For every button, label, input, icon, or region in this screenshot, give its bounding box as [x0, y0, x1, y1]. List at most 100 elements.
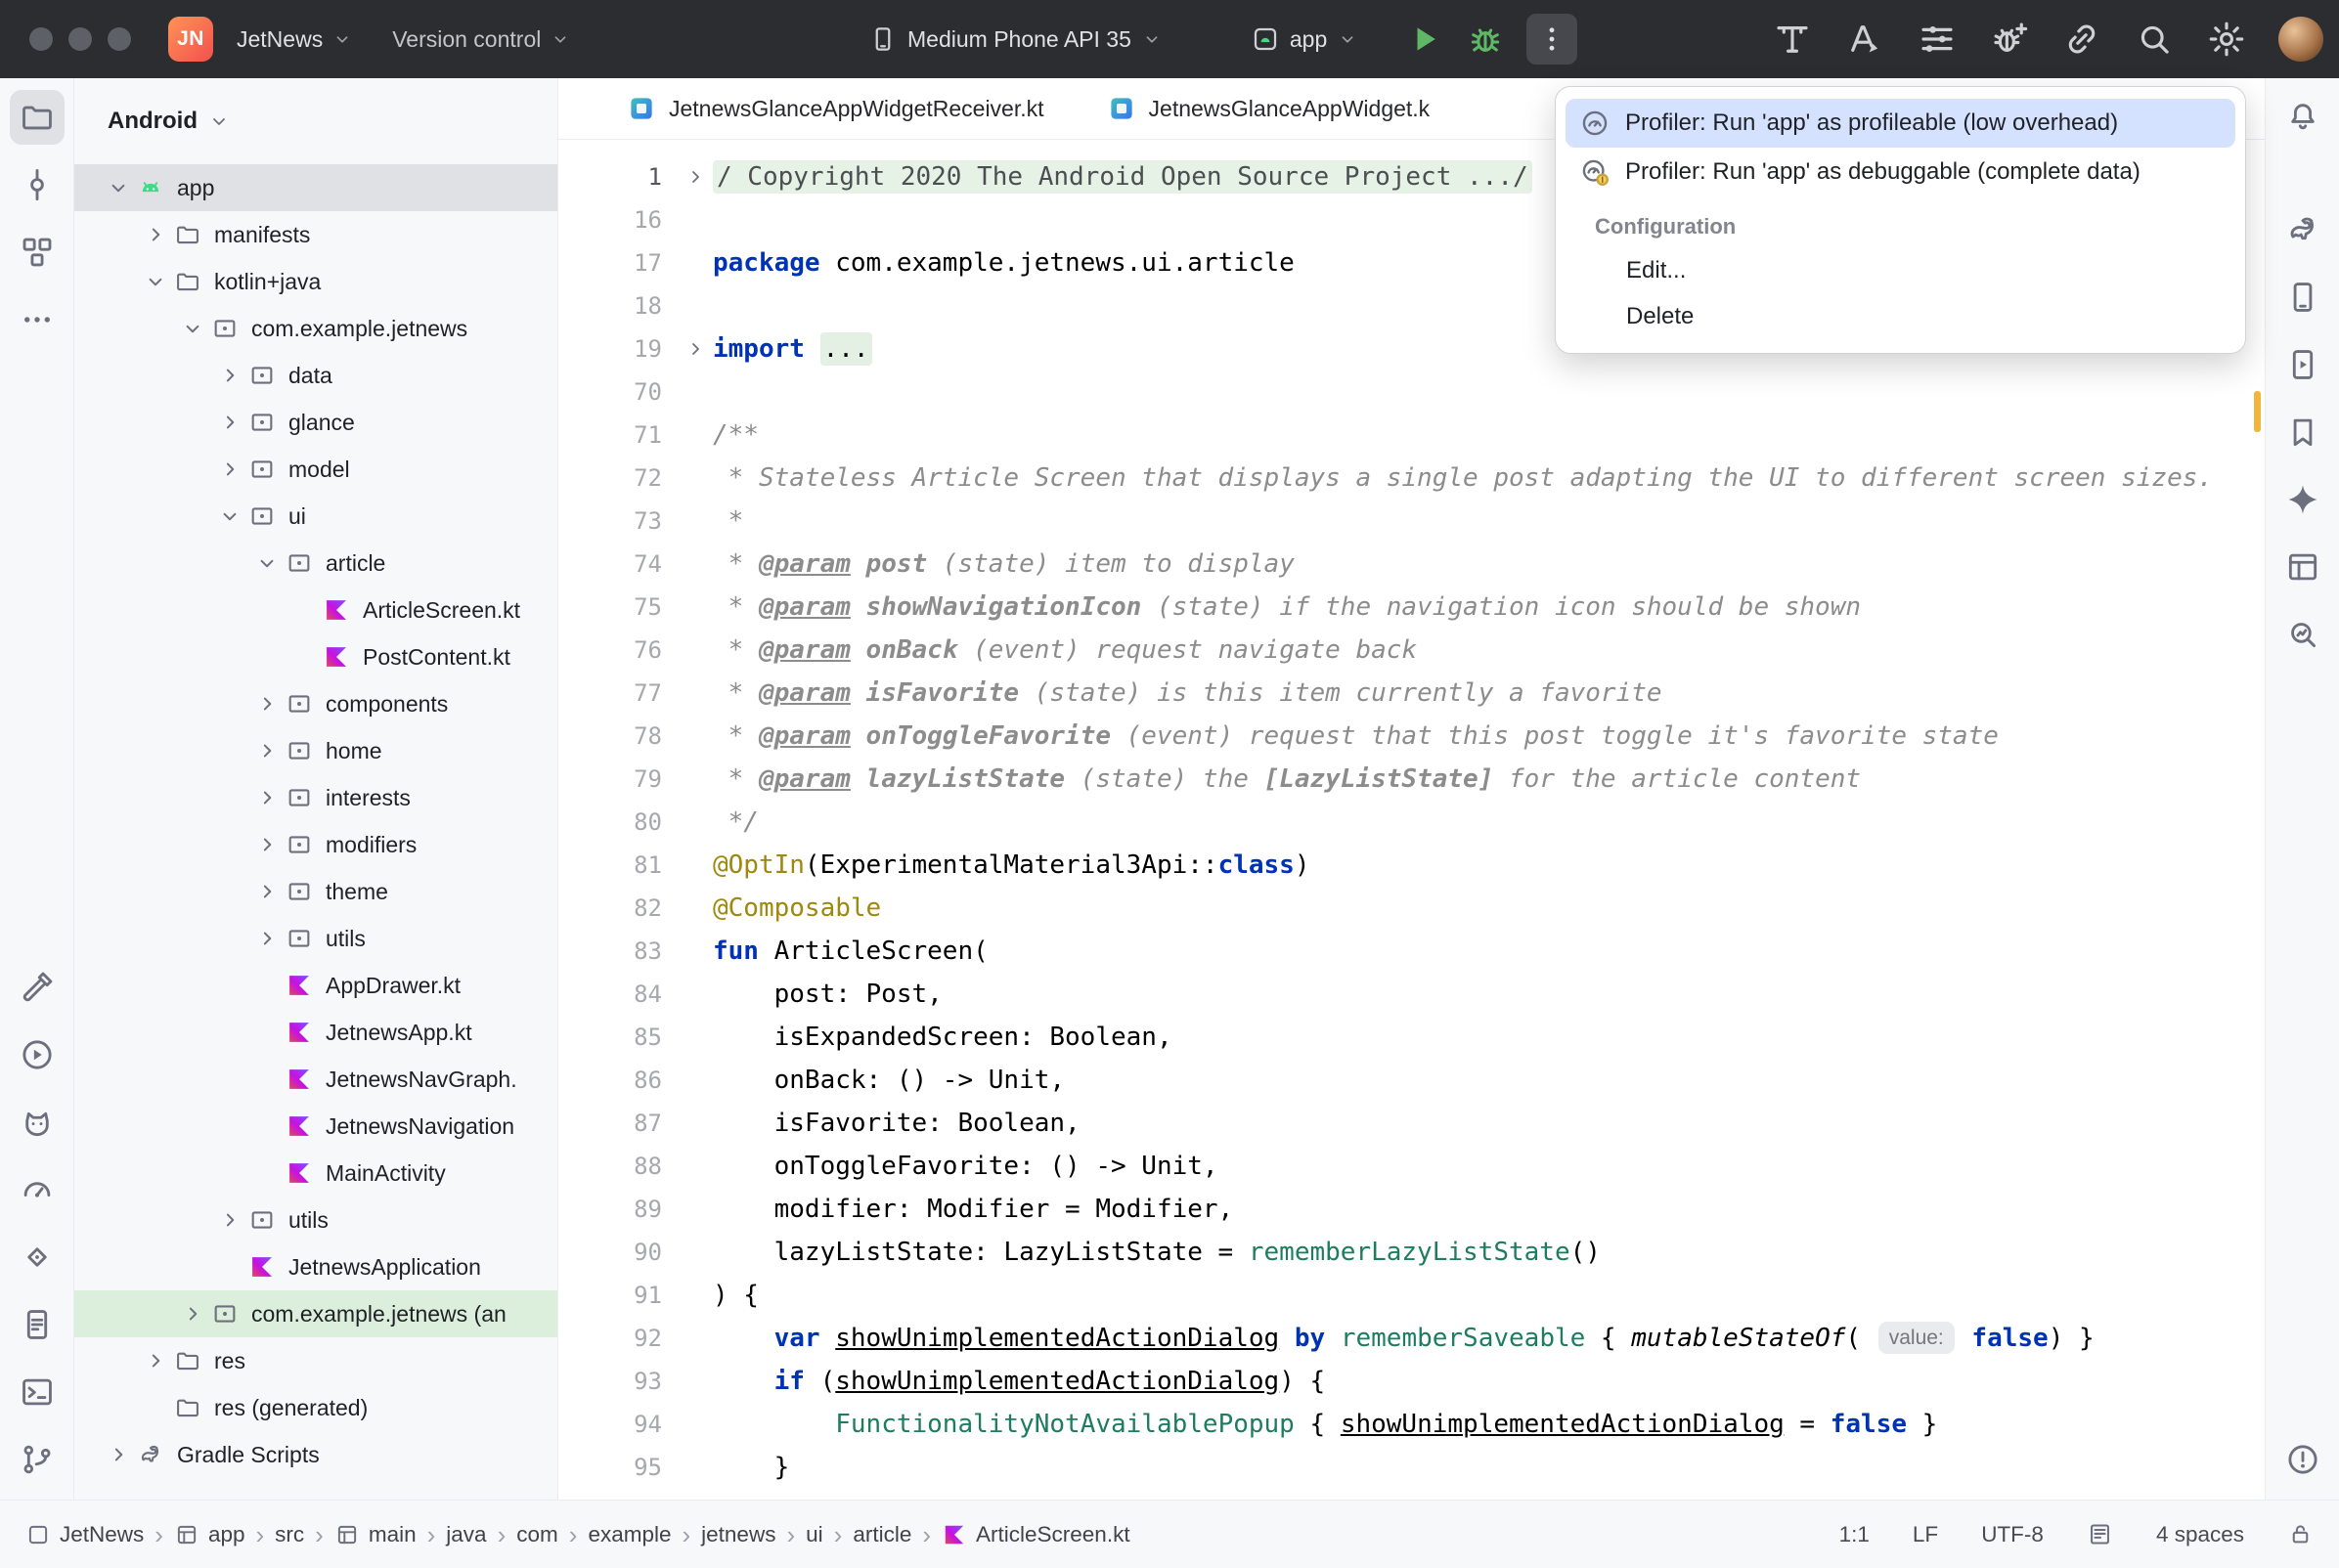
gutter-line-number[interactable]: 93 [558, 1360, 678, 1403]
run-play-tool-button[interactable] [10, 1027, 65, 1082]
chevron-down-icon[interactable] [213, 500, 246, 533]
app-insights-tool-button[interactable] [2275, 607, 2330, 662]
caret-position[interactable]: 1:1 [1839, 1522, 1870, 1547]
chevron-right-icon[interactable] [213, 1203, 246, 1237]
chevron-right-icon[interactable] [139, 218, 172, 251]
breadcrumb-article[interactable]: article [853, 1522, 911, 1547]
breadcrumb-java[interactable]: java [446, 1522, 486, 1547]
popup-action-delete[interactable]: Delete [1566, 293, 2235, 339]
chevron-right-icon[interactable] [176, 1297, 209, 1330]
chevron-right-icon[interactable] [139, 1344, 172, 1377]
fold-marker-icon[interactable] [678, 327, 713, 370]
lock-icon[interactable] [2287, 1521, 2314, 1547]
tree-item-app[interactable]: app [74, 164, 557, 211]
scrollbar-warning-marker[interactable] [2254, 391, 2261, 432]
tree-item-com-example-jetnews[interactable]: com.example.jetnews [74, 305, 557, 352]
gutter-line-number[interactable]: 95 [558, 1446, 678, 1489]
reader-mode-icon[interactable] [2087, 1521, 2113, 1547]
gutter-line-number[interactable]: 71 [558, 414, 678, 457]
gutter-line-number[interactable]: 75 [558, 586, 678, 629]
tree-item-postcontent-kt[interactable]: PostContent.kt [74, 633, 557, 680]
tree-item-res-generated[interactable]: res (generated) [74, 1384, 557, 1431]
gutter-line-number[interactable]: 17 [558, 241, 678, 284]
gutter-line-number[interactable]: 84 [558, 973, 678, 1016]
terminal-tool-button[interactable] [10, 1365, 65, 1419]
gutter-line-number[interactable]: 81 [558, 844, 678, 887]
chevron-right-icon[interactable] [213, 406, 246, 439]
sliders-icon[interactable] [1917, 19, 1958, 60]
chevron-down-icon[interactable] [102, 171, 135, 204]
bookmarks-tool-button[interactable] [2275, 405, 2330, 459]
gutter-line-number[interactable]: 85 [558, 1016, 678, 1059]
layout-inspector-tool-button[interactable] [2275, 540, 2330, 594]
tree-item-article[interactable]: article [74, 540, 557, 587]
tree-item-manifests[interactable]: manifests [74, 211, 557, 258]
breadcrumb-com[interactable]: com [516, 1522, 558, 1547]
tree-item-appdrawer-kt[interactable]: AppDrawer.kt [74, 962, 557, 1009]
tree-item-kotlin-java[interactable]: kotlin+java [74, 258, 557, 305]
popup-item-debuggable[interactable]: Profiler: Run 'app' as debuggable (compl… [1566, 148, 2235, 196]
project-folder-tool-button[interactable] [10, 90, 65, 145]
gutter-line-number[interactable]: 91 [558, 1274, 678, 1317]
gutter-line-number[interactable]: 82 [558, 887, 678, 930]
letter-a-edit-icon[interactable] [1844, 19, 1885, 60]
gutter-line-number[interactable]: 80 [558, 801, 678, 844]
tree-item-home[interactable]: home [74, 727, 557, 774]
fold-marker-icon[interactable] [678, 155, 713, 198]
settings-icon[interactable] [2206, 19, 2247, 60]
line-separator[interactable]: LF [1913, 1522, 1938, 1547]
gutter-line-number[interactable]: 94 [558, 1403, 678, 1446]
running-devices-tool-button[interactable] [2275, 337, 2330, 392]
device-explorer-tool-button[interactable] [10, 1297, 65, 1352]
tree-item-res[interactable]: res [74, 1337, 557, 1384]
tree-item-glance[interactable]: glance [74, 399, 557, 446]
breadcrumb-jetnews[interactable]: JetNews [25, 1522, 144, 1547]
commit-tool-button[interactable] [10, 157, 65, 212]
gutter-line-number[interactable]: 90 [558, 1231, 678, 1274]
device-manager-tool-button[interactable] [2275, 270, 2330, 325]
gutter-line-number[interactable]: 73 [558, 500, 678, 543]
project-menu[interactable]: JetNews [237, 26, 353, 53]
chevron-down-icon[interactable] [250, 546, 284, 580]
gutter-line-number[interactable]: 18 [558, 284, 678, 327]
chevron-right-icon[interactable] [250, 922, 284, 955]
gutter-line-number[interactable]: 19 [558, 327, 678, 370]
structure-tool-button[interactable] [10, 225, 65, 280]
chevron-down-icon[interactable] [139, 265, 172, 298]
tree-item-jetnewsnavigation[interactable]: JetnewsNavigation [74, 1103, 557, 1150]
bug-plus-icon[interactable] [1989, 19, 2030, 60]
gutter-line-number[interactable]: 87 [558, 1102, 678, 1145]
debug-button[interactable] [1466, 20, 1505, 59]
tree-item-data[interactable]: data [74, 352, 557, 399]
gutter-line-number[interactable]: 72 [558, 457, 678, 500]
gutter-line-number[interactable]: 88 [558, 1145, 678, 1188]
tree-item-components[interactable]: components [74, 680, 557, 727]
project-view-selector[interactable]: Android [74, 78, 557, 164]
chevron-right-icon[interactable] [250, 781, 284, 814]
gutter-line-number[interactable]: 77 [558, 672, 678, 715]
chevron-right-icon[interactable] [213, 359, 246, 392]
breadcrumb-jetnews[interactable]: jetnews [701, 1522, 775, 1547]
app-inspection-tool-button[interactable] [10, 1230, 65, 1285]
gutter-line-number[interactable]: 16 [558, 198, 678, 241]
tree-item-theme[interactable]: theme [74, 868, 557, 915]
tree-item-modifiers[interactable]: modifiers [74, 821, 557, 868]
tree-item-interests[interactable]: interests [74, 774, 557, 821]
problems-tool-button[interactable] [2275, 1432, 2330, 1487]
link-icon[interactable] [2061, 19, 2102, 60]
tsquare-icon[interactable] [1772, 19, 1813, 60]
device-selector[interactable]: Medium Phone API 35 [868, 24, 1163, 54]
gutter-line-number[interactable]: 70 [558, 370, 678, 414]
chevron-right-icon[interactable] [250, 687, 284, 720]
search-icon[interactable] [2134, 19, 2175, 60]
gutter-line-number[interactable]: 92 [558, 1317, 678, 1360]
editor-tab-1[interactable]: JetnewsGlanceAppWidget.k [1076, 78, 1462, 139]
gemini-sparkle-tool-button[interactable] [2275, 472, 2330, 527]
popup-item-profileable[interactable]: Profiler: Run 'app' as profileable (low … [1566, 99, 2235, 148]
tree-item-jetnewsapp-kt[interactable]: JetnewsApp.kt [74, 1009, 557, 1056]
gutter-line-number[interactable]: 83 [558, 930, 678, 973]
chevron-right-icon[interactable] [250, 875, 284, 908]
more-run-options-button[interactable] [1526, 14, 1577, 65]
tree-item-gradle-scripts[interactable]: Gradle Scripts [74, 1431, 557, 1478]
editor-tab-0[interactable]: JetnewsGlanceAppWidgetReceiver.kt [596, 78, 1076, 139]
